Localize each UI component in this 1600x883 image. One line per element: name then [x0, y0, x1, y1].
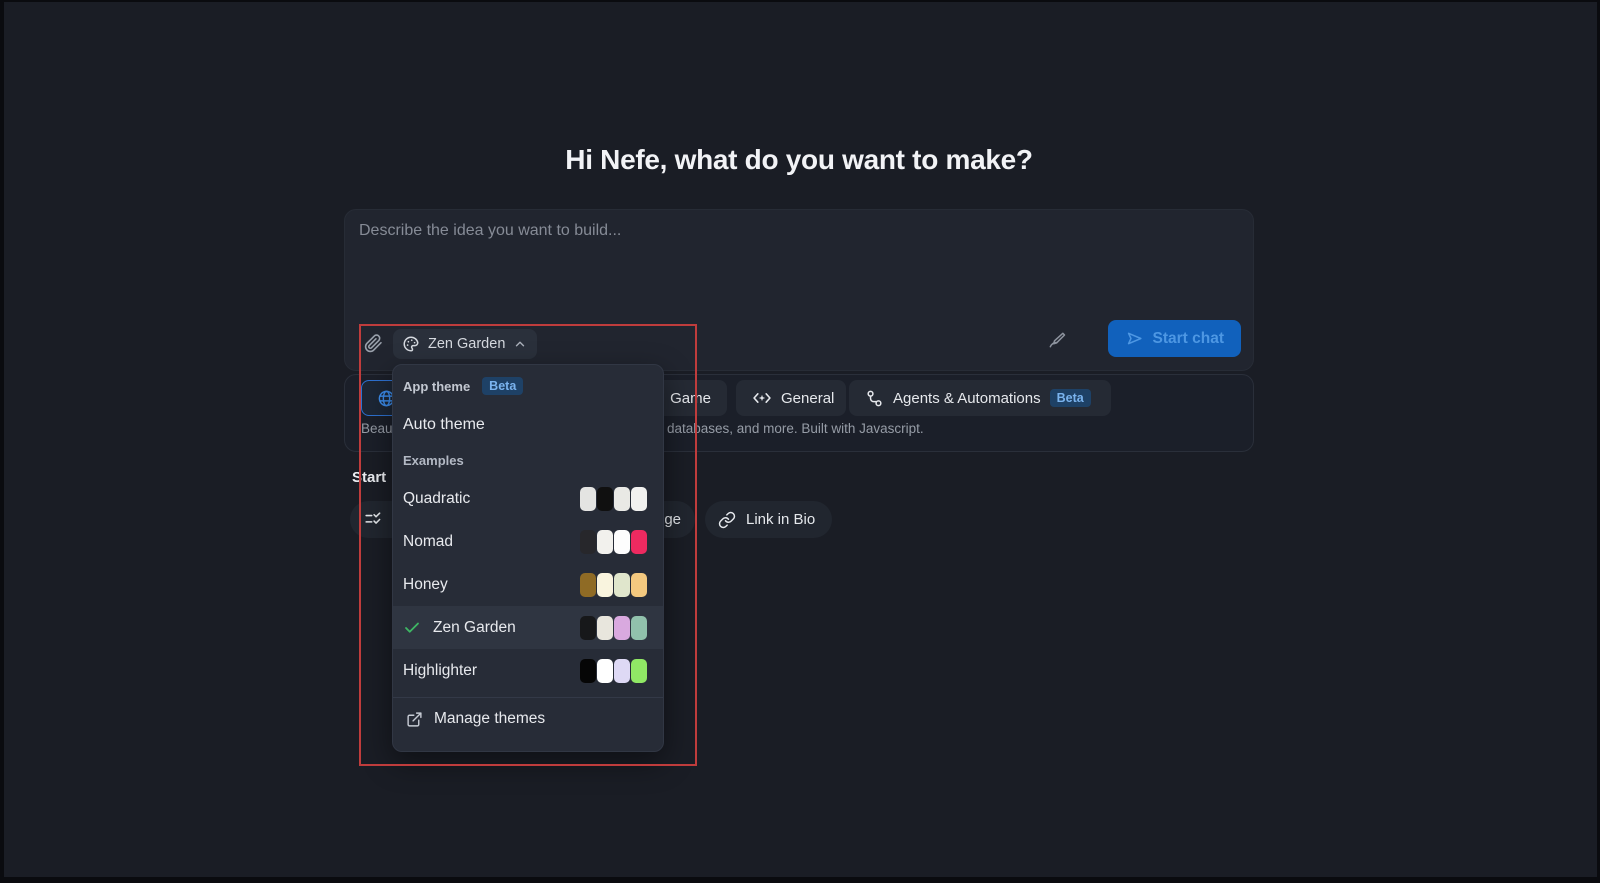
examples-section-header: Examples — [403, 453, 464, 468]
link-icon — [718, 511, 736, 529]
tab-agents-automations[interactable]: Agents & Automations Beta — [849, 380, 1111, 416]
checklist-icon — [363, 510, 382, 529]
theme-menu-header-label: App theme — [403, 379, 470, 394]
tab-general-label: General — [781, 390, 834, 407]
external-link-icon — [406, 711, 423, 728]
quill-icon — [1047, 330, 1067, 350]
theme-selector-label: Zen Garden — [428, 336, 505, 352]
start-section-heading: Start — [352, 469, 386, 486]
menu-item-theme-zen-garden[interactable]: Zen Garden — [393, 606, 663, 649]
code-star-icon — [752, 388, 772, 408]
theme-name: Highlighter — [403, 662, 477, 680]
agents-beta-badge: Beta — [1050, 389, 1091, 407]
menu-divider — [393, 697, 663, 698]
theme-swatches — [580, 530, 647, 554]
tab-agents-label: Agents & Automations — [893, 390, 1041, 407]
page-title: Hi Nefe, what do you want to make? — [344, 144, 1254, 176]
workflow-icon — [865, 389, 884, 408]
menu-item-theme-nomad[interactable]: Nomad — [393, 520, 663, 563]
paperclip-icon — [364, 334, 383, 353]
theme-swatches — [580, 616, 647, 640]
send-icon — [1125, 329, 1144, 348]
example-chip-link-label: Link in Bio — [746, 511, 815, 528]
check-icon — [403, 619, 421, 637]
theme-menu: App theme Beta Auto theme Examples Quadr… — [392, 364, 664, 752]
menu-item-theme-highlighter[interactable]: Highlighter — [393, 649, 663, 692]
menu-item-auto-theme[interactable]: Auto theme — [393, 407, 663, 443]
theme-swatches — [580, 487, 647, 511]
app-type-description-suffix: databases, and more. Built with Javascri… — [667, 421, 924, 436]
auto-theme-label: Auto theme — [403, 416, 485, 434]
menu-item-manage-themes[interactable]: Manage themes — [393, 703, 663, 735]
theme-name: Honey — [403, 576, 448, 594]
chevron-up-icon — [513, 337, 527, 351]
example-chip-partial-label: ge — [664, 511, 681, 528]
attach-button[interactable] — [361, 331, 385, 355]
theme-swatches — [580, 659, 647, 683]
menu-item-theme-quadratic[interactable]: Quadratic — [393, 477, 663, 520]
app-screen: Hi Nefe, what do you want to make? — [0, 0, 1600, 883]
theme-name: Quadratic — [403, 490, 470, 508]
tab-game-label: Game — [670, 390, 711, 407]
theme-name: Nomad — [403, 533, 453, 551]
example-chip-link-in-bio[interactable]: Link in Bio — [705, 501, 832, 538]
theme-list: Quadratic Nomad Honey — [393, 477, 663, 692]
menu-item-theme-honey[interactable]: Honey — [393, 563, 663, 606]
improve-prompt-button[interactable] — [1045, 328, 1069, 352]
palette-icon — [402, 335, 420, 353]
start-chat-label: Start chat — [1153, 330, 1225, 348]
app-type-description-prefix: Beau — [361, 421, 393, 436]
tab-general[interactable]: General — [736, 380, 846, 416]
theme-selector-button[interactable]: Zen Garden — [393, 329, 537, 359]
start-chat-button[interactable]: Start chat — [1108, 320, 1242, 357]
theme-name: Zen Garden — [433, 619, 516, 637]
manage-themes-label: Manage themes — [434, 710, 545, 728]
theme-swatches — [580, 573, 647, 597]
theme-menu-beta-badge: Beta — [482, 377, 523, 395]
idea-input[interactable] — [359, 222, 1229, 314]
theme-menu-header: App theme Beta — [403, 377, 523, 395]
composer-card: Zen Garden Start chat — [344, 209, 1254, 371]
